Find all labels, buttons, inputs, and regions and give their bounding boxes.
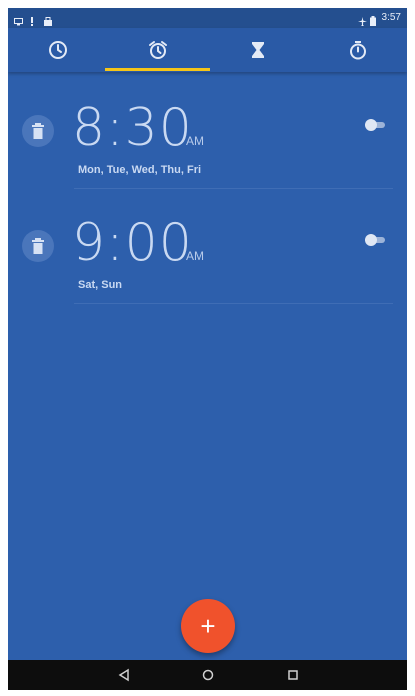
home-button[interactable] [188,660,228,690]
divider [74,303,393,304]
status-bar: 3:57 [8,8,407,28]
trash-icon [32,238,44,254]
alarm-ampm: AM [186,249,204,263]
signal-icon [29,14,37,26]
alarm-item[interactable]: 8:30 AM Mon, Tue, Wed, Thu, Fri [8,88,407,203]
alarm-toggle[interactable] [365,119,385,131]
recents-button[interactable] [273,660,313,690]
back-button[interactable] [104,660,144,690]
alarm-item[interactable]: 9:00 AM Sat, Sun [8,203,407,318]
clock-icon [49,41,67,59]
clock-app: 3:57 8:30 AM Mon, Tue, Wed, Thu, Fri 9:0… [8,8,407,690]
delete-alarm-button[interactable] [22,230,54,262]
delete-alarm-button[interactable] [22,115,54,147]
alarm-days[interactable]: Sat, Sun [78,279,122,291]
tab-timer[interactable] [208,28,308,72]
navigation-bar [8,660,407,690]
alarm-days[interactable]: Mon, Tue, Wed, Thu, Fri [78,164,201,176]
alarm-icon [149,41,167,59]
stopwatch-icon [350,41,366,60]
airplane-icon [357,14,367,26]
plus-icon: + [200,610,216,641]
add-alarm-button[interactable]: + [181,599,235,653]
tab-clock[interactable] [8,28,108,72]
alarm-ampm: AM [186,134,204,148]
recents-icon [288,670,298,680]
bag-icon [44,14,52,26]
alarm-time[interactable]: 8:30 [72,98,193,158]
tab-bar [8,28,407,72]
toggle-thumb [365,234,377,246]
toggle-thumb [365,119,377,131]
home-icon [202,669,214,681]
tab-stopwatch[interactable] [308,28,407,72]
timer-icon [252,42,264,58]
battery-icon [369,14,378,26]
alarm-toggle[interactable] [365,234,385,246]
screen-icon [14,14,23,26]
divider [74,188,393,189]
status-time: 3:57 [381,12,401,23]
alarm-time[interactable]: 9:00 [72,213,193,273]
tab-alarm[interactable] [108,28,208,72]
trash-icon [32,123,44,139]
active-tab-indicator [105,68,210,71]
back-icon [118,668,129,682]
